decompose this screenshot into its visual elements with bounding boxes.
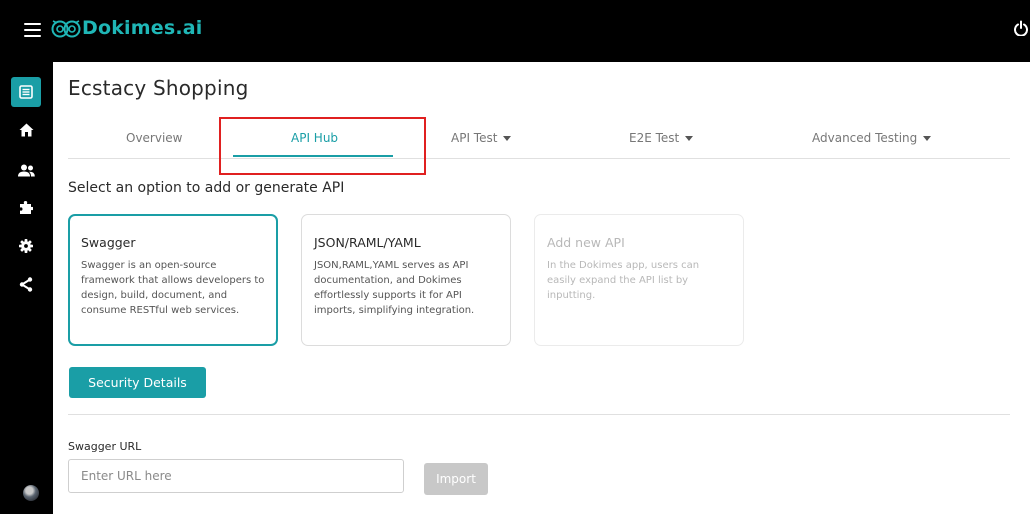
card-title: JSON/RAML/YAML (314, 235, 421, 250)
security-details-button[interactable]: Security Details (69, 367, 206, 398)
caret-down-icon (503, 136, 512, 141)
brand-name: Dokimes.ai (82, 17, 203, 39)
tab-label: API Test (451, 131, 498, 145)
list-icon (19, 85, 33, 99)
users-icon (17, 164, 35, 176)
puzzle-icon (20, 200, 33, 214)
tab-bar: Overview API Hub API Test E2E Test Advan… (68, 118, 1010, 159)
tab-overview[interactable]: Overview (126, 131, 183, 145)
sidebar (0, 62, 53, 514)
card-description: In the Dokimes app, users can easily exp… (547, 260, 700, 301)
tab-label: API Hub (291, 131, 339, 145)
card-description: JSON,RAML,YAML serves as API documentati… (314, 260, 475, 316)
card-description: Swagger is an open-source framework that… (81, 260, 265, 316)
hamburger-icon[interactable] (24, 23, 41, 37)
tab-api-hub[interactable]: API Hub (291, 131, 338, 145)
sidebar-item-users[interactable] (11, 155, 41, 185)
sidebar-item-share[interactable] (11, 269, 41, 299)
user-avatar[interactable] (23, 485, 39, 501)
section-heading: Select an option to add or generate API (68, 180, 345, 196)
caret-down-icon (685, 136, 694, 141)
tab-label: Advanced Testing (812, 131, 918, 145)
tab-e2e-test[interactable]: E2E Test (629, 131, 694, 145)
sidebar-item-settings[interactable] (11, 231, 41, 261)
sidebar-item-integrations[interactable] (11, 192, 41, 222)
tab-label: E2E Test (629, 131, 680, 145)
active-tab-indicator (233, 155, 393, 157)
card-title: Swagger (81, 235, 136, 250)
card-swagger[interactable]: Swagger Swagger is an open-source framew… (68, 214, 278, 346)
top-bar: Dokimes.ai (0, 0, 1030, 62)
logo-icon (51, 20, 81, 38)
card-title: Add new API (547, 235, 625, 250)
tab-api-test[interactable]: API Test (451, 131, 512, 145)
sidebar-item-home[interactable] (11, 115, 41, 145)
swagger-url-label: Swagger URL (68, 440, 142, 453)
import-button[interactable]: Import (424, 463, 488, 495)
page-title: Ecstacy Shopping (68, 76, 249, 100)
swagger-url-input[interactable] (68, 459, 404, 493)
tab-advanced-testing[interactable]: Advanced Testing (812, 131, 932, 145)
caret-down-icon (923, 136, 932, 141)
divider (68, 414, 1010, 415)
power-icon[interactable] (1014, 20, 1028, 36)
share-icon (19, 276, 33, 292)
tab-label: Overview (126, 131, 183, 145)
card-add-new-api: Add new API In the Dokimes app, users ca… (534, 214, 744, 346)
sidebar-item-list[interactable] (11, 77, 41, 107)
card-json-raml-yaml[interactable]: JSON/RAML/YAML JSON,RAML,YAML serves as … (301, 214, 511, 346)
home-icon (19, 123, 33, 137)
gear-icon (19, 239, 33, 253)
